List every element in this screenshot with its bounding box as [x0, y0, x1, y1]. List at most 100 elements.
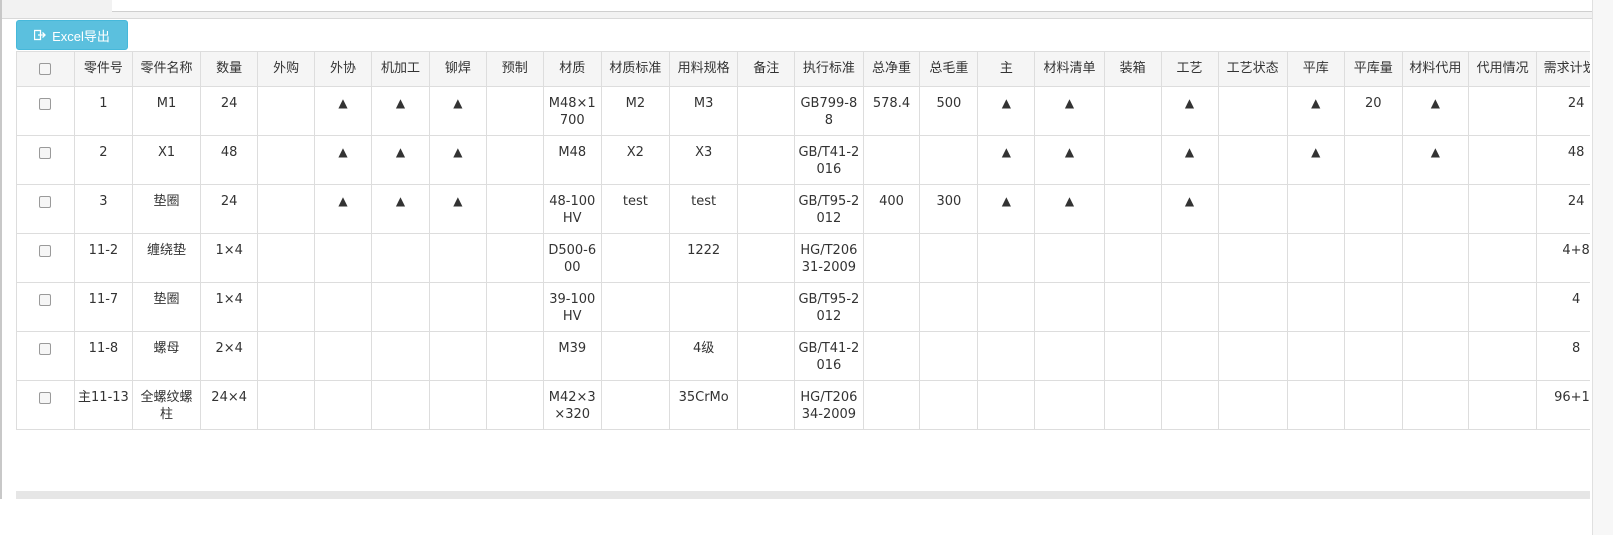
- column-header[interactable]: 工艺: [1160, 51, 1219, 87]
- table-row[interactable]: 11-7 垫圈 1×4 39-100HV GB/T95-2012 4: [16, 282, 1590, 332]
- column-header[interactable]: 材料代用: [1401, 51, 1469, 87]
- row-checkbox[interactable]: [39, 392, 52, 404]
- row-checkbox[interactable]: [39, 343, 52, 355]
- column-header[interactable]: 总净重: [862, 51, 921, 87]
- row-checkbox[interactable]: [39, 98, 52, 110]
- table-cell: X2: [600, 135, 671, 185]
- table-cell: [919, 135, 979, 185]
- column-header[interactable]: 备注: [737, 51, 796, 87]
- table-cell: [257, 380, 316, 430]
- table-cell: [1103, 135, 1162, 185]
- table-cell: [485, 331, 544, 381]
- vertical-scrollbar[interactable]: [1592, 0, 1613, 535]
- table-cell: 2×4: [200, 331, 259, 381]
- column-header[interactable]: 平库量: [1343, 51, 1403, 87]
- column-header[interactable]: 零件号: [73, 51, 133, 87]
- column-header[interactable]: 工艺状态: [1217, 51, 1288, 87]
- table-cell: 500: [919, 86, 979, 136]
- table-row[interactable]: 主11-13 全螺纹螺柱 24×4 M42×3×320 35CrMo HG/T20634-…: [16, 380, 1590, 430]
- table-cell: [1217, 184, 1288, 234]
- row-checkbox[interactable]: [39, 147, 52, 159]
- column-header[interactable]: 材料清单: [1034, 51, 1105, 87]
- table-cell: [737, 331, 796, 381]
- table-row[interactable]: 11-8 螺母 2×4 M39 4级 GB/T41-2016 8: [16, 331, 1590, 381]
- column-header[interactable]: 装箱: [1103, 51, 1162, 87]
- table-cell: [862, 331, 921, 381]
- table-cell: [977, 380, 1036, 430]
- top-cell: [917, 0, 1236, 12]
- column-header[interactable]: 主: [977, 51, 1036, 87]
- table-cell: [257, 233, 316, 283]
- column-header[interactable]: 外购: [257, 51, 316, 87]
- row-checkbox[interactable]: [39, 294, 52, 306]
- table-cell: 1×4: [200, 233, 259, 283]
- table-cell: 24: [1536, 184, 1590, 234]
- table-cell: [1343, 331, 1403, 381]
- excel-export-button[interactable]: Excel导出: [16, 20, 128, 50]
- table-cell: [1217, 233, 1288, 283]
- table-cell: [737, 282, 796, 332]
- table-cell: [1217, 135, 1288, 185]
- column-header[interactable]: 铆焊: [428, 51, 487, 87]
- table-cell: 3: [73, 184, 133, 234]
- table-row[interactable]: 3 垫圈 24 ▲ ▲ ▲ 48-100HV test test GB/T95-2012 400 30…: [16, 184, 1590, 234]
- excel-export-label: Excel导出: [52, 28, 110, 44]
- table-cell: [1401, 184, 1469, 234]
- row-checkbox[interactable]: [39, 196, 52, 208]
- table-cell: [257, 86, 316, 136]
- table-cell: M39: [542, 331, 602, 381]
- table-cell: ▲: [1160, 86, 1219, 136]
- table-cell: [1103, 282, 1162, 332]
- column-header[interactable]: 零件名称: [131, 51, 202, 87]
- table-cell: test: [600, 184, 671, 234]
- table-row[interactable]: 2 X1 48 ▲ ▲ ▲ M48 X2 X3 GB/T41-2016 ▲ ▲ ▲ ▲ ▲ 48: [16, 135, 1590, 185]
- horizontal-scrollbar[interactable]: [16, 491, 1590, 499]
- row-select-cell: [16, 380, 75, 430]
- table-cell: 11-8: [73, 331, 133, 381]
- table-cell: ▲: [370, 86, 430, 136]
- table-cell: [485, 282, 544, 332]
- table-cell: [485, 86, 544, 136]
- table-cell: 400: [862, 184, 921, 234]
- column-header[interactable]: 机加工: [370, 51, 430, 87]
- column-header[interactable]: 预制: [485, 51, 544, 87]
- table-cell: 1×4: [200, 282, 259, 332]
- table-cell: [1160, 282, 1219, 332]
- column-header[interactable]: 执行标准: [794, 51, 864, 87]
- table-cell: [1217, 282, 1288, 332]
- row-select-cell: [16, 86, 75, 136]
- table-row[interactable]: 1 M1 24 ▲ ▲ ▲ M48×1700 M2 M3 GB799-88 578.4 500 ▲ ▲ ▲ ▲…: [16, 86, 1590, 136]
- table-cell: 11-7: [73, 282, 133, 332]
- row-checkbox[interactable]: [39, 245, 52, 257]
- table-cell: ▲: [370, 184, 430, 234]
- table-cell: M3: [669, 86, 739, 136]
- table-cell: [1343, 380, 1403, 430]
- table-cell: [1467, 331, 1538, 381]
- table-cell: GB/T95-2012: [794, 184, 864, 234]
- column-header[interactable]: 外协: [314, 51, 372, 87]
- column-header[interactable]: 数量: [200, 51, 259, 87]
- table-cell: 2: [73, 135, 133, 185]
- top-cell: [1235, 0, 1351, 12]
- parts-table-container: 零件号 零件名称 数量 外购 外协 机加工 铆焊 预制 材质 材质标准 用料规格 备注 执行标准 总净重总…: [16, 51, 1590, 506]
- column-header[interactable]: 用料规格: [669, 51, 739, 87]
- table-cell: ▲: [1034, 184, 1105, 234]
- top-cell: [1350, 0, 1593, 12]
- column-header[interactable]: 总毛重: [919, 51, 979, 87]
- table-row[interactable]: 11-2 缠绕垫 1×4 D500-600 1222 HG/T20631-2009 4+8: [16, 233, 1590, 283]
- column-header[interactable]: 需求计划量: [1536, 51, 1590, 87]
- column-header[interactable]: 材质标准: [600, 51, 671, 87]
- column-header[interactable]: 材质: [542, 51, 602, 87]
- table-cell: 垫圈: [131, 282, 202, 332]
- table-cell: ▲: [977, 184, 1036, 234]
- table-cell: ▲: [977, 86, 1036, 136]
- table-cell: 578.4: [862, 86, 921, 136]
- column-header[interactable]: 代用情况: [1467, 51, 1538, 87]
- table-cell: M2: [600, 86, 671, 136]
- table-cell: [1034, 331, 1105, 381]
- select-all-checkbox[interactable]: [39, 63, 52, 75]
- table-cell: [600, 233, 671, 283]
- column-header[interactable]: 平库: [1286, 51, 1345, 87]
- table-cell: 24×4: [200, 380, 259, 430]
- table-cell: ▲: [1286, 86, 1345, 136]
